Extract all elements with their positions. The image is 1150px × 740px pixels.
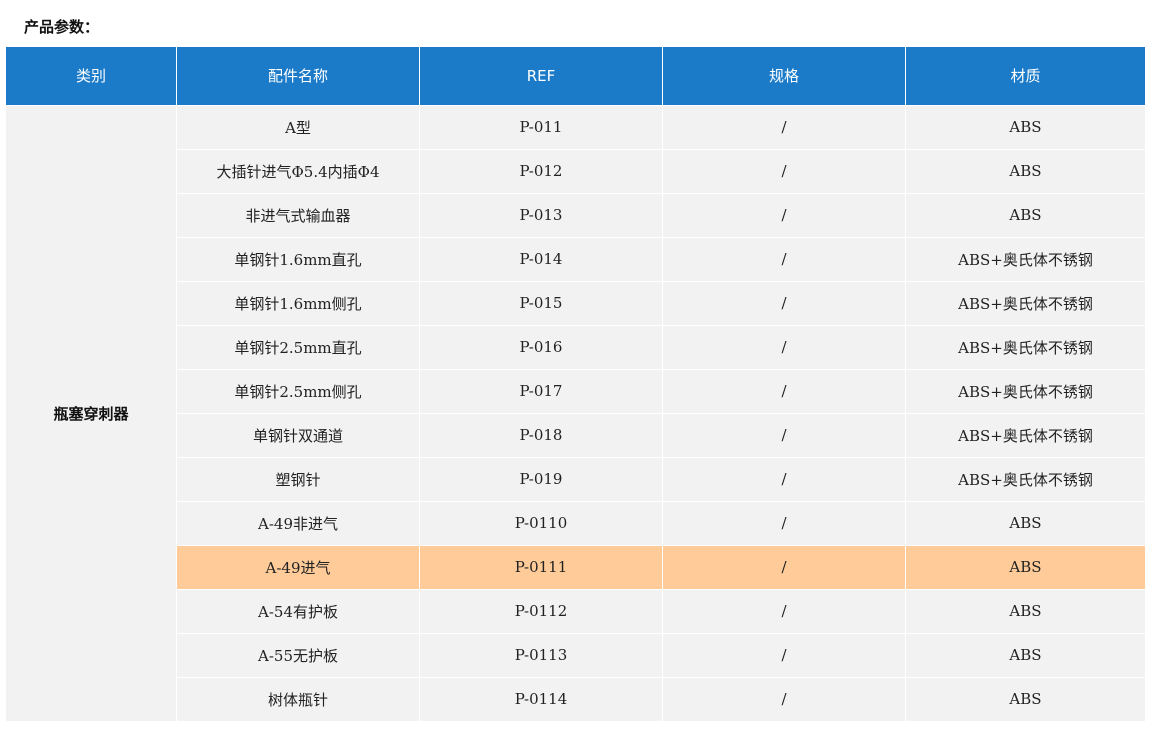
part-name-cell: A-54有护板 [176, 588, 420, 634]
part-name-cell: A-49非进气 [176, 500, 420, 546]
material-cell: ABS [905, 632, 1146, 678]
table-row: A-54有护板 P-0112/ABS [6, 588, 1146, 634]
table-header-row: 类别 配件名称 REF 规格 材质 [5, 47, 1146, 105]
material-cell: ABS [905, 148, 1146, 194]
part-name-cell: 非进气式输血器 [176, 192, 420, 238]
ref-cell: P-0111 [419, 544, 663, 590]
spec-cell: / [662, 148, 906, 194]
ref-cell: P-0114 [419, 676, 663, 722]
material-cell: ABS+奥氏体不锈钢 [905, 236, 1146, 282]
part-name-cell: 大插针进气Φ5.4内插Φ4 [176, 148, 420, 194]
table-row: 单钢针1.6mm直孔 P-014/ABS+奥氏体不锈钢 [6, 236, 1146, 282]
spec-cell: / [662, 104, 906, 150]
spec-cell: / [662, 368, 906, 414]
ref-cell: P-0112 [419, 588, 663, 634]
table-row: 单钢针2.5mm直孔 P-016/ABS+奥氏体不锈钢 [6, 324, 1146, 370]
ref-cell: P-013 [419, 192, 663, 238]
spec-cell: / [662, 324, 906, 370]
table-row: 大插针进气Φ5.4内插Φ4 P-012/ABS [6, 148, 1146, 194]
spec-cell: / [662, 456, 906, 502]
spec-cell: / [662, 192, 906, 238]
ref-cell: P-0113 [419, 632, 663, 678]
header-part-name: 配件名称 [176, 47, 420, 105]
spec-cell: / [662, 500, 906, 546]
header-ref: REF [419, 47, 663, 105]
material-cell: ABS [905, 588, 1146, 634]
table-row: 塑钢针 P-019/ABS+奥氏体不锈钢 [6, 456, 1146, 502]
header-material: 材质 [905, 47, 1146, 105]
spec-cell: / [662, 544, 906, 590]
table-row: 单钢针双通道 P-018/ABS+奥氏体不锈钢 [6, 412, 1146, 458]
material-cell: ABS+奥氏体不锈钢 [905, 368, 1146, 414]
material-cell: ABS+奥氏体不锈钢 [905, 280, 1146, 326]
spec-cell: / [662, 676, 906, 722]
part-name-cell: 单钢针2.5mm侧孔 [176, 368, 420, 414]
header-category: 类别 [5, 47, 177, 105]
material-cell: ABS [905, 500, 1146, 546]
part-name-cell: 单钢针双通道 [176, 412, 420, 458]
table-row: 单钢针1.6mm侧孔 P-015/ABS+奥氏体不锈钢 [6, 280, 1146, 326]
part-name-cell: A-49进气 [176, 544, 420, 590]
ref-cell: P-0110 [419, 500, 663, 546]
product-params-table: 类别 配件名称 REF 规格 材质 瓶塞穿刺器 A型 P-011/ABS 大插针进气Φ… [5, 47, 1146, 722]
part-name-cell: 单钢针1.6mm直孔 [176, 236, 420, 282]
ref-cell: P-017 [419, 368, 663, 414]
material-cell: ABS+奥氏体不锈钢 [905, 412, 1146, 458]
part-name-cell: 树体瓶针 [176, 676, 420, 722]
ref-cell: P-018 [419, 412, 663, 458]
material-cell: ABS [905, 544, 1146, 590]
ref-cell: P-016 [419, 324, 663, 370]
table-row: A-49进气 P-0111/ABS [6, 544, 1146, 590]
part-name-cell: A型 [176, 104, 420, 150]
material-cell: ABS [905, 676, 1146, 722]
category-cell: 瓶塞穿刺器 [5, 104, 177, 722]
table-row: 非进气式输血器 P-013/ABS [6, 192, 1146, 238]
spec-cell: / [662, 632, 906, 678]
table-row: A-55无护板 P-0113/ABS [6, 632, 1146, 678]
part-name-cell: 塑钢针 [176, 456, 420, 502]
page-title: 产品参数： [24, 18, 100, 36]
table-body: 瓶塞穿刺器 A型 P-011/ABS 大插针进气Φ5.4内插Φ4 P-012/ABS 非进… [5, 104, 1146, 722]
spec-cell: / [662, 280, 906, 326]
part-name-cell: 单钢针1.6mm侧孔 [176, 280, 420, 326]
part-name-cell: 单钢针2.5mm直孔 [176, 324, 420, 370]
table-row: 单钢针2.5mm侧孔 P-017/ABS+奥氏体不锈钢 [6, 368, 1146, 414]
spec-cell: / [662, 588, 906, 634]
header-spec: 规格 [662, 47, 906, 105]
material-cell: ABS [905, 192, 1146, 238]
material-cell: ABS+奥氏体不锈钢 [905, 324, 1146, 370]
table-row: 树体瓶针 P-0114/ABS [6, 676, 1146, 722]
ref-cell: P-011 [419, 104, 663, 150]
spec-cell: / [662, 236, 906, 282]
part-name-cell: A-55无护板 [176, 632, 420, 678]
ref-cell: P-012 [419, 148, 663, 194]
spec-cell: / [662, 412, 906, 458]
table-row: A-49非进气 P-0110/ABS [6, 500, 1146, 546]
table-row: 瓶塞穿刺器 A型 P-011/ABS [5, 104, 1146, 722]
ref-cell: P-014 [419, 236, 663, 282]
material-cell: ABS [905, 104, 1146, 150]
ref-cell: P-019 [419, 456, 663, 502]
ref-cell: P-015 [419, 280, 663, 326]
material-cell: ABS+奥氏体不锈钢 [905, 456, 1146, 502]
